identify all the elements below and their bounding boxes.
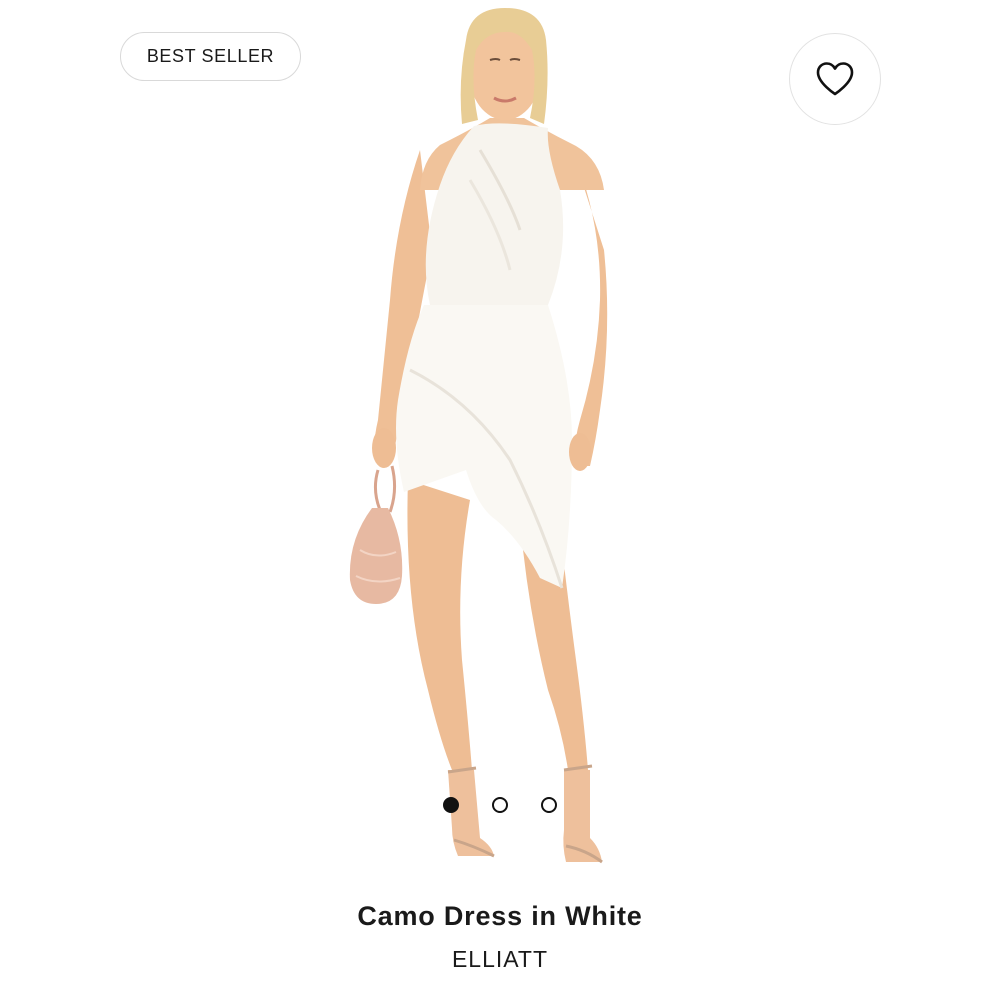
carousel-dot-1[interactable] xyxy=(443,797,459,813)
product-image[interactable] xyxy=(0,0,1000,890)
best-seller-badge: BEST SELLER xyxy=(120,32,301,81)
favorite-button[interactable] xyxy=(789,33,881,125)
heart-outline-icon xyxy=(816,62,854,96)
product-brand[interactable]: ELLIATT xyxy=(0,946,1000,973)
model-left-leg xyxy=(407,480,472,770)
product-card: BEST SELLER Camo Dress in White ELLIATT xyxy=(0,0,1000,1000)
carousel-dot-3[interactable] xyxy=(541,797,557,813)
carousel-dot-2[interactable] xyxy=(492,797,508,813)
model-right-arm xyxy=(572,150,608,466)
handbag-strap xyxy=(373,465,397,513)
carousel-indicators xyxy=(0,797,1000,815)
product-title[interactable]: Camo Dress in White xyxy=(0,901,1000,932)
